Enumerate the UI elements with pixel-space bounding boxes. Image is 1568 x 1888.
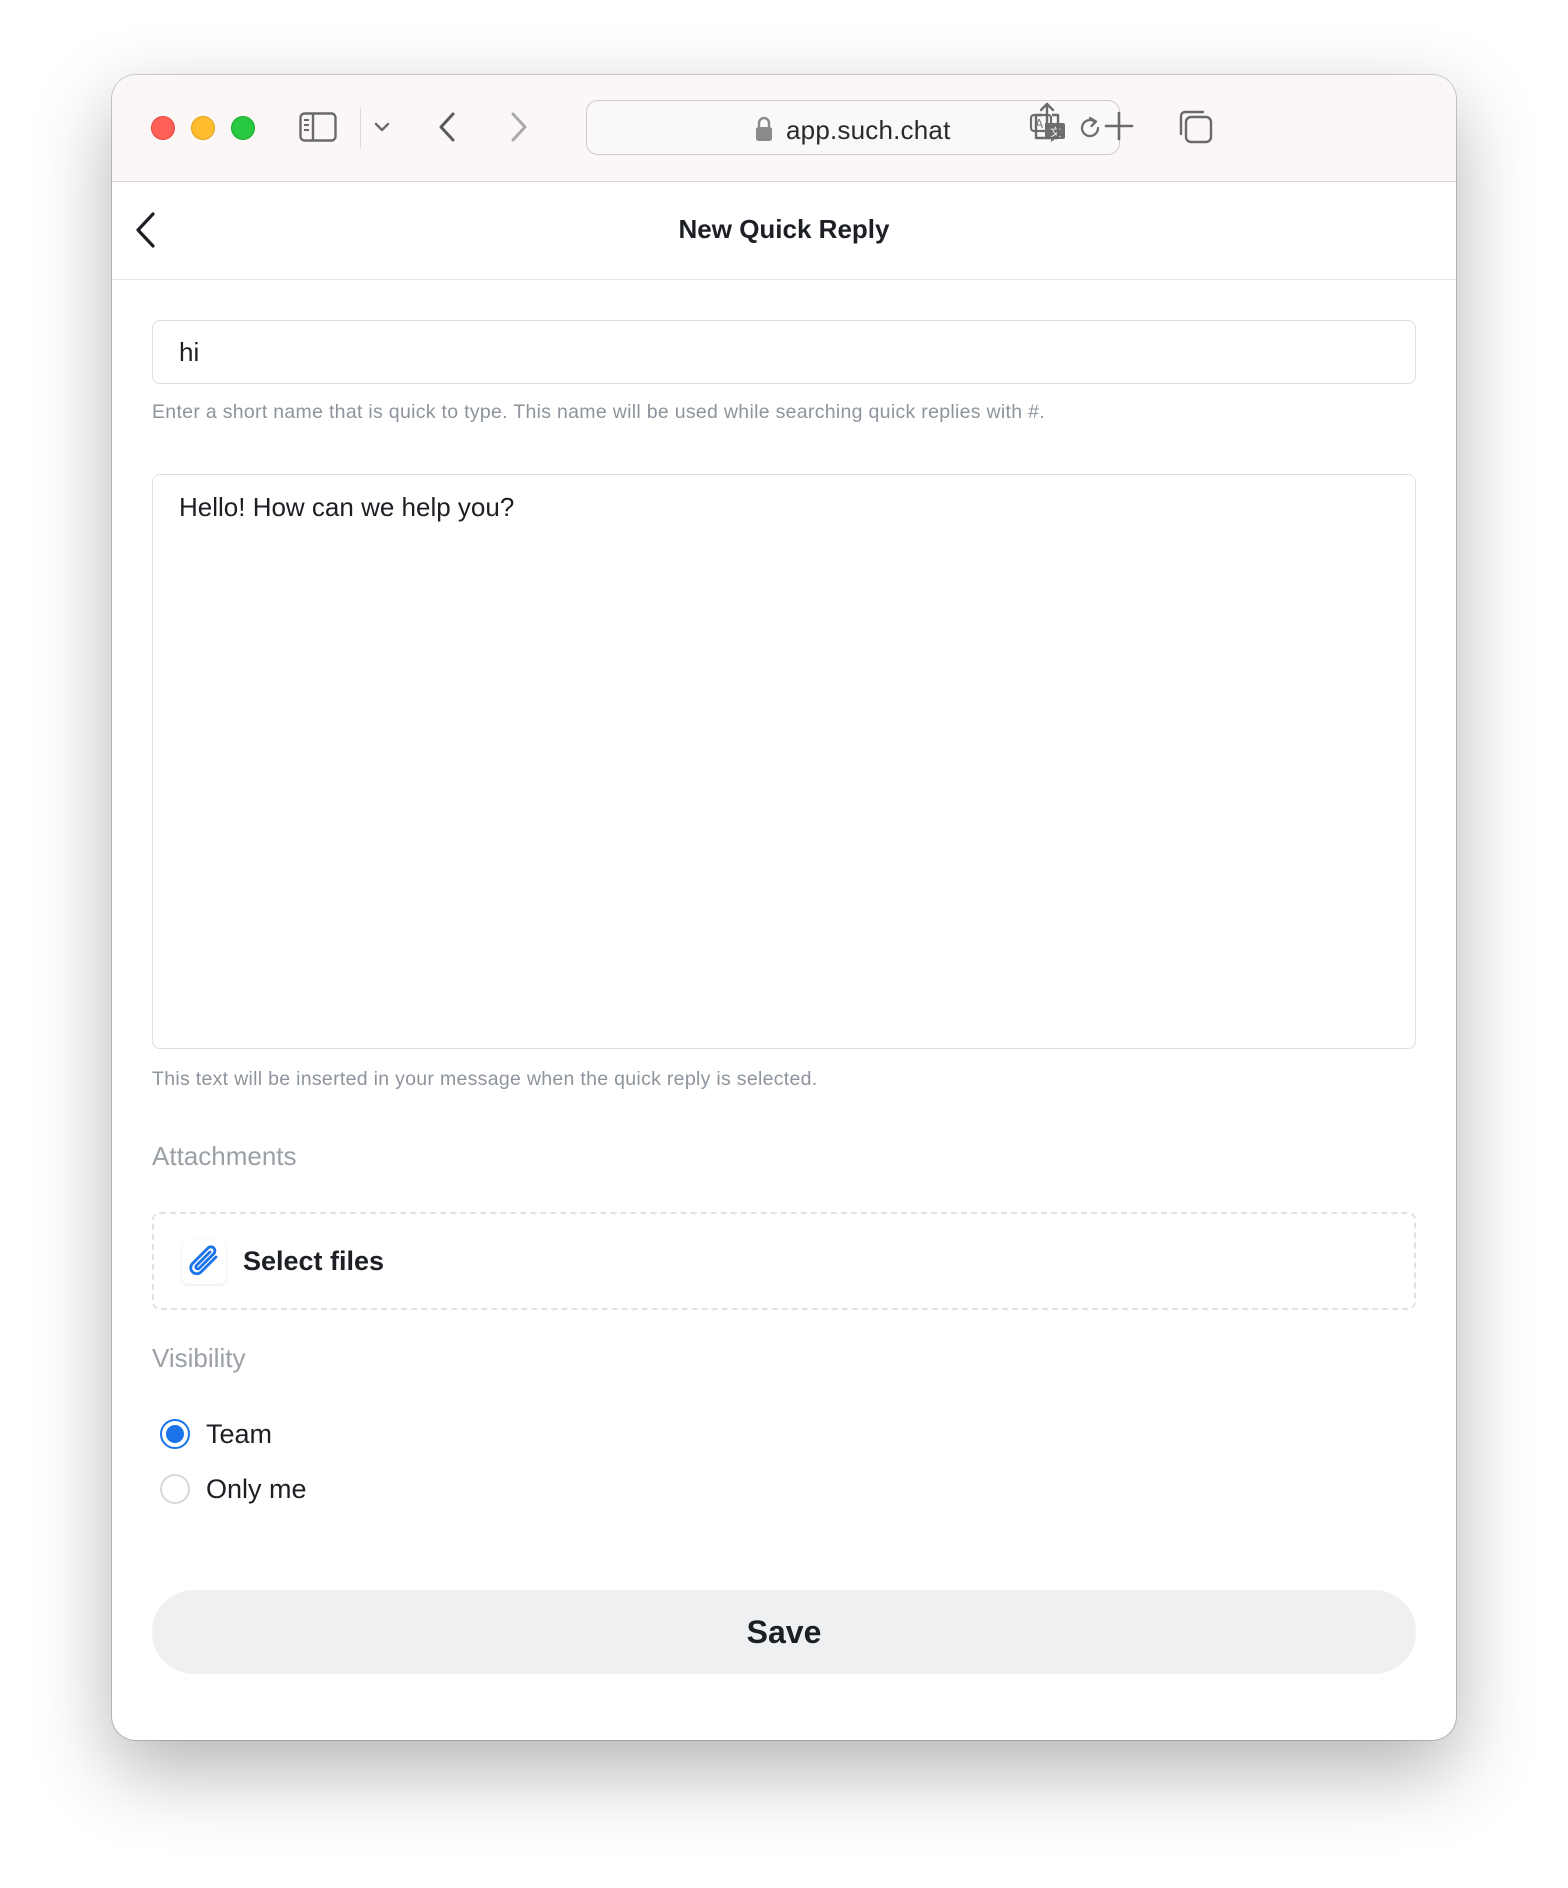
sidebar-icon[interactable] xyxy=(298,110,338,144)
url-text: app.such.chat xyxy=(786,115,951,145)
back-icon[interactable] xyxy=(432,105,462,149)
close-window-button[interactable] xyxy=(151,116,175,140)
select-files-label: Select files xyxy=(243,1246,385,1276)
visibility-option-team[interactable]: Team xyxy=(160,1416,272,1452)
select-files-dropzone[interactable]: Select files xyxy=(152,1212,1416,1310)
radio-only-me[interactable] xyxy=(160,1474,190,1504)
visibility-label: Visibility xyxy=(152,1343,246,1373)
toolbar-divider xyxy=(360,107,361,149)
new-tab-icon[interactable] xyxy=(1102,109,1136,143)
chevron-down-icon[interactable] xyxy=(370,115,394,139)
name-help-text: Enter a short name that is quick to type… xyxy=(152,401,1045,423)
radio-label-only-me: Only me xyxy=(206,1473,307,1504)
tabs-overview-icon[interactable] xyxy=(1176,107,1214,145)
forward-icon[interactable] xyxy=(504,105,534,149)
maximize-window-button[interactable] xyxy=(231,116,255,140)
paperclip-icon xyxy=(182,1240,226,1284)
save-button[interactable]: Save xyxy=(152,1590,1416,1674)
radio-label-team: Team xyxy=(206,1418,273,1449)
page-title: New Quick Reply xyxy=(678,214,890,244)
reload-icon[interactable] xyxy=(1076,114,1104,142)
browser-window: app.such.chat A 文 New Quick Reply hi Ent… xyxy=(112,75,1456,1740)
minimize-window-button[interactable] xyxy=(191,116,215,140)
page-header: New Quick Reply xyxy=(112,182,1456,280)
quick-reply-name-input[interactable] xyxy=(152,320,1416,384)
visibility-option-only-me[interactable]: Only me xyxy=(160,1471,307,1507)
text-help-text: This text will be inserted in your messa… xyxy=(152,1068,818,1090)
radio-team[interactable] xyxy=(160,1419,190,1449)
quick-reply-text-input[interactable]: Hello! How can we help you? xyxy=(152,474,1416,1049)
attachments-label: Attachments xyxy=(152,1141,297,1171)
share-icon[interactable] xyxy=(1030,99,1064,143)
browser-toolbar: app.such.chat A 文 xyxy=(112,75,1456,182)
lock-icon xyxy=(753,115,775,143)
